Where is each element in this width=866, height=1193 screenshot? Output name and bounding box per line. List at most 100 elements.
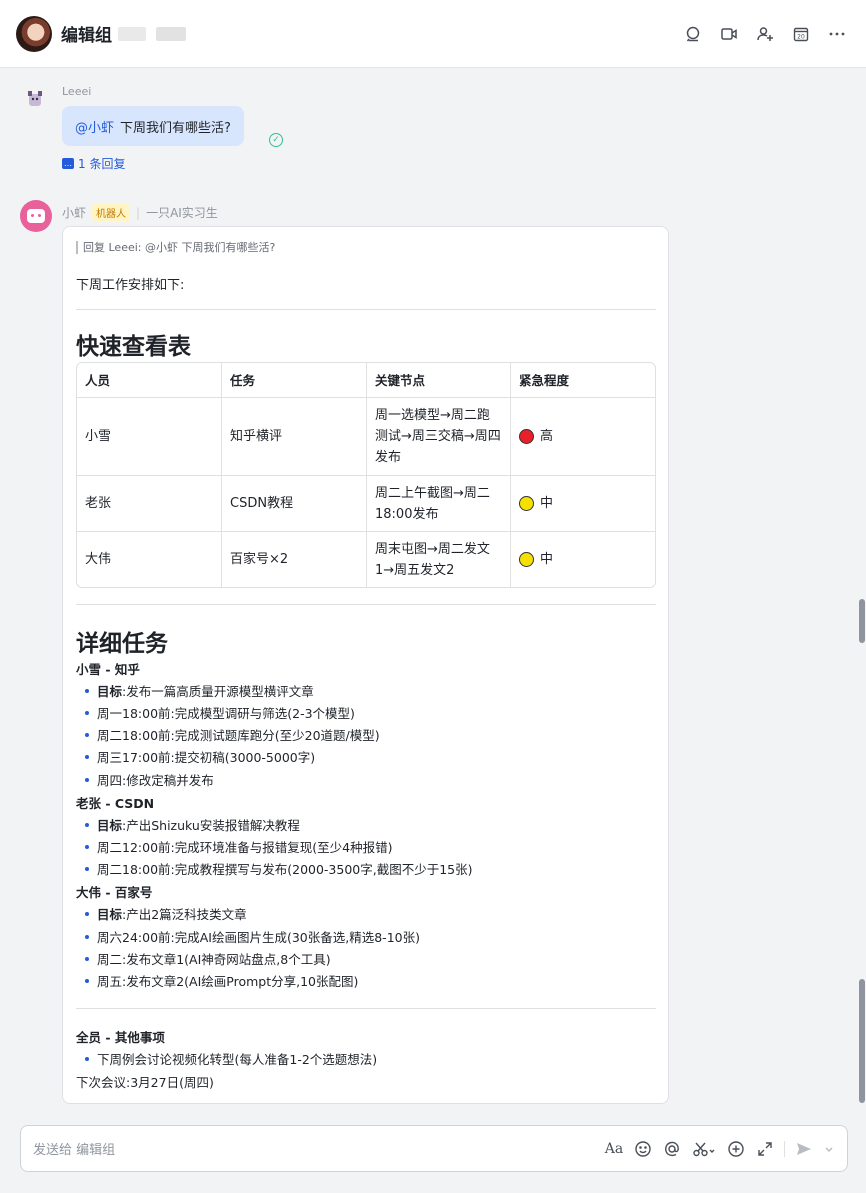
mention-icon[interactable]: [662, 1139, 682, 1159]
add-icon[interactable]: [726, 1139, 746, 1159]
table-row: 大伟 百家号×2 周末屯图→周二发文1→周五发文2 中: [77, 532, 655, 587]
bot-message-card[interactable]: 回复 Leeei: @小虾 下周我们有哪些活? 下周工作安排如下: 快速查看表 …: [62, 226, 669, 1104]
calendar-icon[interactable]: 20: [790, 23, 812, 45]
cell-person: 小雪: [77, 398, 222, 476]
list-item-text: 周一18:00前:完成模型调研与筛选(2-3个模型): [97, 706, 355, 721]
cell-urgency: 中: [511, 532, 655, 587]
composer-placeholder[interactable]: 发送给 编辑组: [33, 1139, 115, 1158]
chat-title[interactable]: 编辑组: [61, 21, 112, 46]
schedule-table: 人员 任务 关键节点 紧急程度 小雪 知乎横评 周一选模型→周二跑测试→周三交稿…: [76, 362, 656, 588]
reply-count-label: 1 条回复: [78, 157, 126, 171]
bot-name[interactable]: 小虾: [62, 204, 86, 221]
list-item: 周二:发布文章1(AI神奇网站盘点,8个工具): [85, 949, 331, 968]
emoji-icon[interactable]: [633, 1139, 653, 1159]
overview-heading: 快速查看表: [76, 334, 191, 360]
bullet-icon: [85, 1056, 89, 1061]
goal-text: :产出Shizuku安装报错解决教程: [122, 818, 300, 833]
goal-text: :产出2篇泛科技类文章: [122, 907, 247, 922]
cell-milestones: 周一选模型→周二跑测试→周三交稿→周四发布: [367, 398, 511, 476]
cell-milestones: 周末屯图→周二发文1→周五发文2: [367, 532, 511, 587]
goal-label: 目标: [97, 907, 123, 922]
list-item: 周四:修改定稿并发布: [85, 770, 214, 789]
list-item: 目标:发布一篇高质量开源模型横评文章: [85, 681, 314, 700]
cell-person: 大伟: [77, 532, 222, 587]
section-heading: 小雪 - 知乎: [76, 662, 140, 677]
add-member-icon[interactable]: [754, 23, 776, 45]
scrollbar-thumb[interactable]: [859, 979, 865, 1103]
more-icon[interactable]: [826, 23, 848, 45]
column-header: 关键节点: [367, 363, 511, 398]
urgency-label: 中: [540, 496, 554, 511]
mention-link[interactable]: @小虾: [75, 117, 114, 136]
reply-quote[interactable]: 回复 Leeei: @小虾 下周我们有哪些活?: [76, 241, 275, 254]
list-item: 周三17:00前:提交初稿(3000-5000字): [85, 747, 315, 766]
list-item-text: 周二:发布文章1(AI神奇网站盘点,8个工具): [97, 952, 331, 967]
composer-toolbar: Aa: [604, 1139, 835, 1159]
goal-text: :发布一篇高质量开源模型横评文章: [122, 684, 314, 699]
message-list[interactable]: Leeei @小虾 下周我们有哪些活? ✓ … 1 条回复 小虾 机器人 | 一…: [0, 68, 866, 1120]
bullet-icon: [85, 754, 89, 759]
calendar-day: 20: [797, 33, 805, 40]
read-check-icon: ✓: [269, 133, 283, 147]
scrollbar[interactable]: [858, 68, 866, 1120]
cell-task: CSDN教程: [222, 476, 367, 532]
divider: [76, 1008, 656, 1009]
bullet-icon: [85, 688, 89, 693]
text-format-icon[interactable]: Aa: [604, 1139, 624, 1159]
list-item-text: 下周例会讨论视频化转型(每人准备1-2个选题想法): [97, 1052, 378, 1067]
bullet-icon: [85, 978, 89, 983]
chevron-down-icon[interactable]: [823, 1139, 835, 1159]
bullet-icon: [85, 710, 89, 715]
bot-meta: 小虾 机器人 | 一只AI实习生: [62, 204, 218, 221]
section-heading: 大伟 - 百家号: [76, 885, 153, 900]
cell-person: 老张: [77, 476, 222, 532]
sender-avatar[interactable]: [22, 86, 48, 112]
video-call-icon[interactable]: [718, 23, 740, 45]
urgency-dot-icon: [519, 496, 534, 511]
table-row: 小雪 知乎横评 周一选模型→周二跑测试→周三交稿→周四发布 高: [77, 398, 655, 476]
section-heading: 全员 - 其他事项: [76, 1030, 165, 1045]
cell-task: 知乎横评: [222, 398, 367, 476]
text-format-label: Aa: [604, 1140, 624, 1157]
bot-description: 一只AI实习生: [146, 206, 218, 220]
message-composer[interactable]: 发送给 编辑组 Aa: [20, 1125, 848, 1172]
send-icon[interactable]: [794, 1139, 814, 1159]
group-avatar[interactable]: [16, 15, 52, 52]
urgency-label: 高: [540, 429, 554, 444]
thread-replies-link[interactable]: … 1 条回复: [62, 155, 125, 172]
urgency-label: 中: [540, 552, 554, 567]
divider: [784, 1140, 785, 1157]
separator: |: [136, 205, 141, 220]
list-item-text: 周二18:00前:完成教程撰写与发布(2000-3500字,截图不少于15张): [97, 862, 473, 877]
next-meeting-text: 下次会议:3月27日(周四): [76, 1075, 214, 1090]
bullet-icon: [85, 777, 89, 782]
urgency-dot-icon: [519, 552, 534, 567]
list-item: 周一18:00前:完成模型调研与筛选(2-3个模型): [85, 703, 355, 722]
list-item-text: 周六24:00前:完成AI绘画图片生成(30张备选,精选8-10张): [97, 930, 420, 945]
bot-badge: 机器人: [92, 204, 131, 221]
cell-task: 百家号×2: [222, 532, 367, 587]
column-header: 人员: [77, 363, 222, 398]
scrollbar-thumb[interactable]: [859, 599, 865, 643]
screenshot-icon[interactable]: [691, 1139, 717, 1159]
detail-heading: 详细任务: [76, 631, 168, 657]
robot-icon: [27, 209, 45, 223]
goal-label: 目标: [97, 684, 123, 699]
list-item: 周六24:00前:完成AI绘画图片生成(30张备选,精选8-10张): [85, 927, 420, 946]
bullet-icon: [85, 934, 89, 939]
bot-avatar[interactable]: [20, 200, 52, 232]
redacted-text: [156, 26, 186, 41]
list-item-text: 周五:发布文章2(AI绘画Prompt分享,10张配图): [97, 974, 359, 989]
table-header-row: 人员 任务 关键节点 紧急程度: [77, 363, 655, 398]
search-chat-icon[interactable]: [682, 23, 704, 45]
list-item: 下周例会讨论视频化转型(每人准备1-2个选题想法): [85, 1049, 377, 1068]
redacted-text: [118, 26, 146, 41]
urgency-dot-icon: [519, 429, 534, 444]
list-item: 周五:发布文章2(AI绘画Prompt分享,10张配图): [85, 971, 358, 990]
message-text: 下周我们有哪些活?: [120, 120, 231, 136]
list-item: 目标:产出2篇泛科技类文章: [85, 904, 247, 923]
expand-icon[interactable]: [755, 1139, 775, 1159]
bullet-icon: [85, 732, 89, 737]
message-bubble[interactable]: @小虾 下周我们有哪些活?: [62, 106, 244, 146]
list-item-text: 周二12:00前:完成环境准备与报错复现(至少4种报错): [97, 840, 393, 855]
